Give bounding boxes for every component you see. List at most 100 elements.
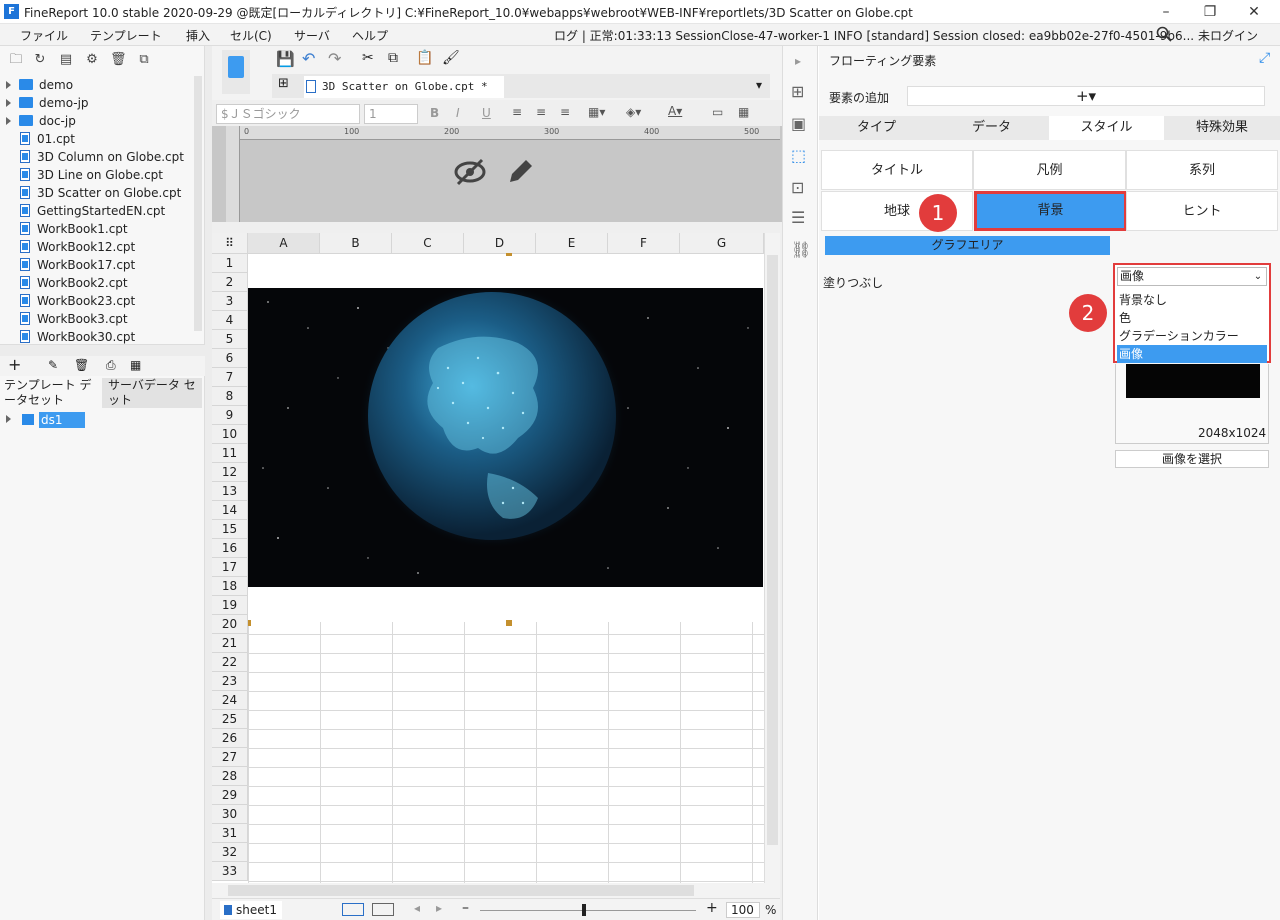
row-header[interactable]: 15 bbox=[212, 520, 248, 539]
row-header[interactable]: 20 bbox=[212, 615, 248, 634]
zoom-slider-thumb[interactable] bbox=[582, 904, 586, 916]
cell-element-icon[interactable]: ▣ bbox=[791, 114, 806, 133]
edit-pencil-icon[interactable] bbox=[502, 154, 538, 190]
add-dataset-icon[interactable]: + bbox=[8, 357, 21, 373]
prev-sheet-icon[interactable]: ◂ bbox=[414, 901, 420, 915]
bold-icon[interactable]: B bbox=[430, 106, 439, 120]
expand-icon[interactable]: ⤢ bbox=[1259, 50, 1270, 66]
column-header[interactable]: G bbox=[680, 233, 764, 254]
underline-icon[interactable]: U bbox=[482, 106, 491, 120]
select-image-button[interactable]: 画像を選択 bbox=[1115, 450, 1269, 468]
edit-icon[interactable]: ✎ bbox=[48, 358, 58, 372]
horizontal-scrollbar[interactable] bbox=[212, 883, 780, 898]
cell-attr-icon[interactable]: ⊞ bbox=[791, 82, 804, 101]
row-header[interactable]: 33 bbox=[212, 862, 248, 881]
delete-icon[interactable]: 🗑 bbox=[110, 52, 127, 68]
align-left-icon[interactable]: ≡ bbox=[512, 105, 522, 119]
tree-folder-demo-jp[interactable]: demo-jp bbox=[6, 94, 89, 112]
vertical-scrollbar[interactable] bbox=[764, 233, 780, 883]
menu-server[interactable]: サーバ bbox=[294, 27, 330, 44]
tab-type[interactable]: タイプ bbox=[819, 116, 934, 140]
tab-data[interactable]: データ bbox=[934, 116, 1049, 140]
font-size-select[interactable]: 1 bbox=[364, 104, 418, 124]
copy-cell-icon[interactable]: ⧉ bbox=[388, 50, 398, 66]
merge-icon[interactable]: ▭ bbox=[712, 105, 723, 119]
tree-file[interactable]: 3D Scatter on Globe.cpt bbox=[20, 184, 181, 202]
row-header[interactable]: 18 bbox=[212, 577, 248, 596]
h-scroll-thumb[interactable] bbox=[228, 885, 694, 896]
row-header[interactable]: 16 bbox=[212, 539, 248, 558]
copy-icon[interactable]: ⧉ bbox=[136, 52, 152, 68]
row-header[interactable]: 1 bbox=[212, 254, 248, 273]
paste-icon[interactable]: 📋 bbox=[416, 50, 433, 66]
tree-file[interactable]: WorkBook3.cpt bbox=[20, 310, 128, 328]
border-icon[interactable]: ▦▾ bbox=[588, 105, 605, 119]
save-icon[interactable]: 💾 bbox=[276, 50, 295, 68]
row-header[interactable]: 26 bbox=[212, 729, 248, 748]
open-icon[interactable]: ▤ bbox=[58, 52, 74, 68]
fill-select[interactable]: 画像 ⌄ bbox=[1117, 267, 1267, 286]
corner-cell[interactable]: ⠿ bbox=[212, 233, 248, 254]
minimize-button[interactable]: – bbox=[1146, 2, 1186, 22]
tree-file[interactable]: WorkBook23.cpt bbox=[20, 292, 135, 310]
row-header[interactable]: 5 bbox=[212, 330, 248, 349]
delete-dataset-icon[interactable]: 🗑 bbox=[74, 358, 89, 372]
tree-scrollbar[interactable] bbox=[194, 76, 202, 331]
menu-insert[interactable]: 挿入 bbox=[186, 27, 210, 44]
tree-file[interactable]: WorkBook1.cpt bbox=[20, 220, 128, 238]
hide-icon[interactable] bbox=[452, 154, 488, 190]
tab-style[interactable]: スタイル bbox=[1049, 116, 1164, 140]
column-header[interactable]: F bbox=[608, 233, 680, 254]
row-header[interactable]: 9 bbox=[212, 406, 248, 425]
row-header[interactable]: 6 bbox=[212, 349, 248, 368]
zoom-slider[interactable] bbox=[480, 910, 696, 911]
refresh-icon[interactable]: ↻ bbox=[32, 52, 48, 68]
add-element-button[interactable]: +▾ bbox=[907, 86, 1265, 106]
dataset-item[interactable]: ds1 bbox=[6, 412, 86, 428]
tree-folder-demo[interactable]: demo bbox=[6, 76, 73, 94]
fill-option-none[interactable]: 背景なし bbox=[1117, 291, 1267, 309]
sub-hint-button[interactable]: ヒント bbox=[1126, 191, 1278, 231]
row-header[interactable]: 11 bbox=[212, 444, 248, 463]
template-type-button[interactable] bbox=[222, 50, 250, 94]
float-element-icon[interactable]: ⬚ bbox=[791, 146, 806, 165]
row-header[interactable]: 3 bbox=[212, 292, 248, 311]
align-right-icon[interactable]: ≡ bbox=[560, 105, 570, 119]
template-tab[interactable]: 3D Scatter on Globe.cpt * bbox=[304, 76, 504, 98]
row-header[interactable]: 23 bbox=[212, 672, 248, 691]
fill-option-color[interactable]: 色 bbox=[1117, 309, 1267, 327]
row-header[interactable]: 22 bbox=[212, 653, 248, 672]
restore-button[interactable]: ❐ bbox=[1190, 2, 1230, 22]
collapse-icon[interactable]: ▸ bbox=[795, 54, 801, 68]
format-painter-icon[interactable]: 🖌 bbox=[442, 50, 460, 66]
add-poly-sheet-icon[interactable] bbox=[372, 903, 394, 916]
fill-color-icon[interactable]: ◈▾ bbox=[626, 105, 641, 119]
tree-file[interactable]: 01.cpt bbox=[20, 130, 75, 148]
tree-folder-doc-jp[interactable]: doc-jp bbox=[6, 112, 76, 130]
next-sheet-icon[interactable]: ▸ bbox=[436, 901, 442, 915]
globe-chart-image[interactable] bbox=[248, 288, 763, 587]
tree-file[interactable]: WorkBook12.cpt bbox=[20, 238, 135, 256]
row-header[interactable]: 29 bbox=[212, 786, 248, 805]
tree-file[interactable]: 3D Column on Globe.cpt bbox=[20, 148, 184, 166]
widget-icon[interactable]: ⊡ bbox=[791, 178, 804, 197]
row-header[interactable]: 24 bbox=[212, 691, 248, 710]
add-sheet-icon[interactable] bbox=[342, 903, 364, 916]
zoom-in-icon[interactable]: + bbox=[706, 900, 718, 916]
tree-file[interactable]: WorkBook2.cpt bbox=[20, 274, 128, 292]
row-header[interactable]: 14 bbox=[212, 501, 248, 520]
row-header[interactable]: 28 bbox=[212, 767, 248, 786]
tab-special-effects[interactable]: 特殊効果 bbox=[1164, 116, 1280, 140]
menu-file[interactable]: ファイル bbox=[20, 27, 68, 44]
row-header[interactable]: 21 bbox=[212, 634, 248, 653]
row-header[interactable]: 32 bbox=[212, 843, 248, 862]
tree-file[interactable]: GettingStartedEN.cpt bbox=[20, 202, 165, 220]
sub-background-button[interactable]: 背景 bbox=[974, 191, 1127, 231]
left-splitter[interactable] bbox=[205, 46, 212, 920]
row-header[interactable]: 4 bbox=[212, 311, 248, 330]
tab-menu-icon[interactable]: ▾ bbox=[756, 78, 762, 92]
preview-icon[interactable]: ⎙ bbox=[106, 358, 116, 373]
login-status[interactable]: 未ログイン bbox=[1198, 27, 1258, 44]
hyperlink-icon[interactable]: ⛓ bbox=[791, 240, 811, 259]
tab-server-dataset[interactable]: サーバデータ セット bbox=[102, 378, 202, 408]
